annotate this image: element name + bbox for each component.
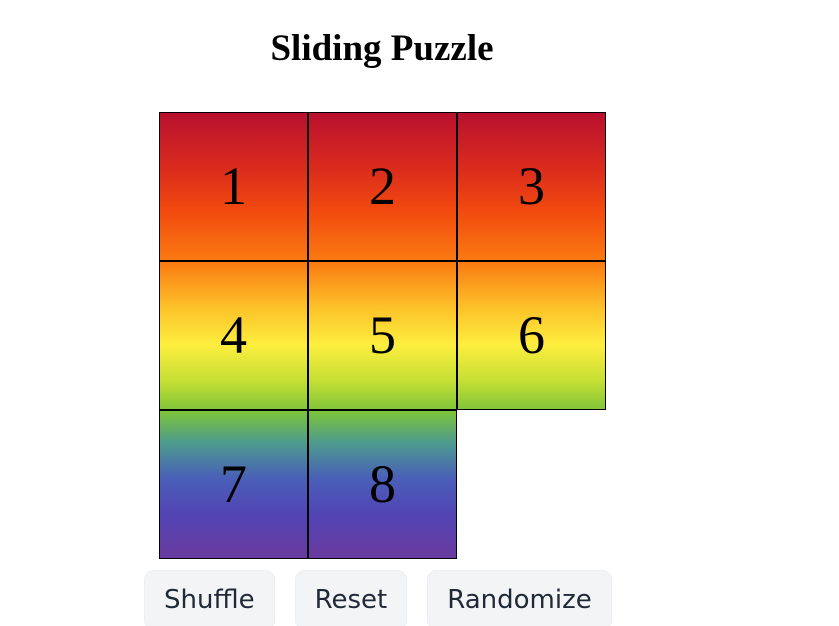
puzzle-tile-4[interactable]: 4 — [159, 261, 308, 410]
puzzle-tile-2[interactable]: 2 — [308, 112, 457, 261]
puzzle-tile-7[interactable]: 7 — [159, 410, 308, 559]
tile-number: 8 — [369, 453, 396, 514]
puzzle-tile-3[interactable]: 3 — [457, 112, 606, 261]
puzzle-controls: Shuffle Reset Randomize — [144, 570, 612, 626]
puzzle-tile-5[interactable]: 5 — [308, 261, 457, 410]
page-title: Sliding Puzzle — [270, 28, 494, 69]
puzzle-tile-8[interactable]: 8 — [308, 410, 457, 559]
randomize-button[interactable]: Randomize — [427, 570, 612, 626]
empty-slot — [457, 410, 606, 559]
tile-number: 6 — [518, 304, 545, 365]
tile-number: 2 — [369, 155, 396, 216]
tile-number: 5 — [369, 304, 396, 365]
tile-number: 1 — [220, 155, 247, 216]
puzzle-tile-1[interactable]: 1 — [159, 112, 308, 261]
shuffle-button[interactable]: Shuffle — [144, 570, 275, 626]
puzzle-board: 1 2 3 4 5 6 7 8 — [159, 112, 606, 559]
tile-number: 7 — [220, 453, 247, 514]
puzzle-tile-6[interactable]: 6 — [457, 261, 606, 410]
tile-number: 3 — [518, 155, 545, 216]
reset-button[interactable]: Reset — [294, 570, 408, 626]
tile-number: 4 — [220, 304, 247, 365]
